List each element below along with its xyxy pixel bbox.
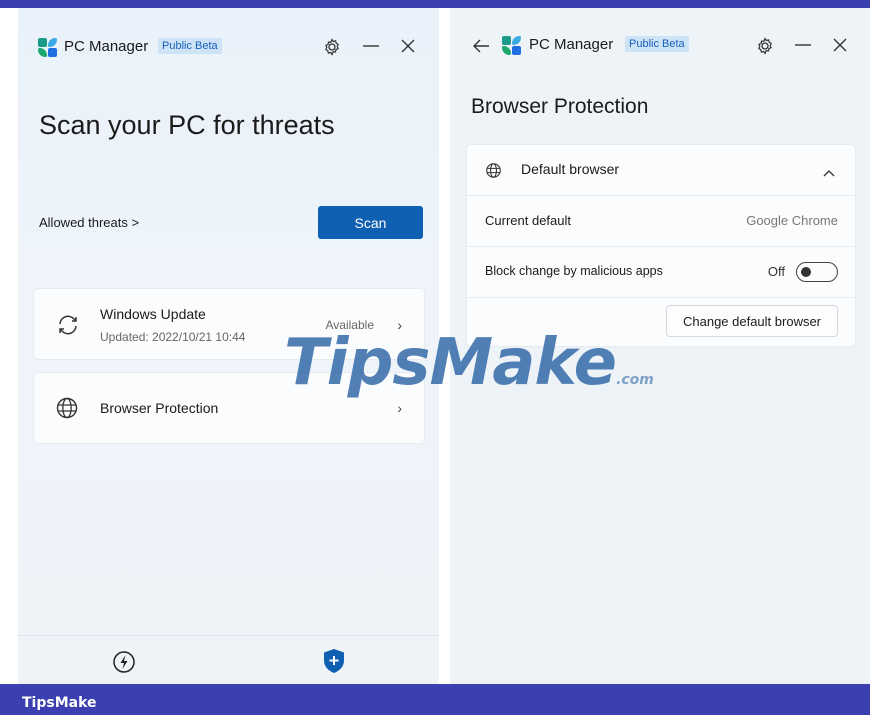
chevron-up-icon[interactable] <box>823 164 835 182</box>
bottom-brand-strip: TipsMake <box>0 684 870 715</box>
pc-manager-logo-icon <box>38 38 57 57</box>
allowed-threats-link[interactable]: Allowed threats > <box>39 215 139 230</box>
block-change-label: Block change by malicious apps <box>485 264 663 278</box>
pc-manager-logo-icon <box>502 36 521 55</box>
top-frame-strip <box>0 0 870 8</box>
footer-brand: TipsMake <box>22 695 97 711</box>
block-change-state: Off <box>767 264 785 279</box>
globe-icon <box>485 162 502 184</box>
section-header-label: Default browser <box>521 161 620 177</box>
back-icon[interactable] <box>472 38 490 58</box>
app-title: PC Manager <box>529 36 614 53</box>
change-default-browser-button[interactable]: Change default browser <box>666 305 838 337</box>
current-default-label: Current default <box>485 213 571 228</box>
bottom-nav <box>18 635 439 684</box>
watermark-logo: TipsMake.com <box>284 326 654 400</box>
windows-update-title: Windows Update <box>100 306 206 322</box>
close-icon[interactable] <box>832 37 848 57</box>
settings-icon[interactable] <box>323 38 341 60</box>
watermark-text: TipsMake <box>284 326 617 400</box>
default-browser-header[interactable]: Default browser <box>467 145 855 196</box>
beta-badge: Public Beta <box>625 36 689 52</box>
watermark-suffix: .com <box>616 372 654 388</box>
block-change-row: Block change by malicious apps Off <box>467 247 855 298</box>
beta-badge: Public Beta <box>158 38 222 54</box>
title-bar: PC Manager Public Beta <box>18 8 439 78</box>
shield-plus-icon[interactable] <box>322 648 346 679</box>
current-default-value: Google Chrome <box>746 213 838 228</box>
scan-headline: Scan your PC for threats <box>39 110 335 140</box>
minimize-icon[interactable] <box>794 35 812 57</box>
scan-button[interactable]: Scan <box>318 206 423 239</box>
default-browser-section: Default browser Current default Google C… <box>466 144 856 347</box>
browser-protection-label: Browser Protection <box>100 400 219 416</box>
sync-icon <box>55 312 81 338</box>
block-change-toggle[interactable] <box>796 262 838 282</box>
lightning-icon[interactable] <box>112 650 136 679</box>
current-default-row: Current default Google Chrome <box>467 196 855 247</box>
page-title: Browser Protection <box>471 95 649 118</box>
app-title: PC Manager <box>64 38 149 55</box>
chevron-right-icon: › <box>397 400 402 416</box>
windows-update-subtitle: Updated: 2022/10/21 10:44 <box>100 330 246 344</box>
close-icon[interactable] <box>400 38 416 58</box>
globe-icon <box>55 396 81 422</box>
minimize-icon[interactable] <box>362 36 380 58</box>
settings-icon[interactable] <box>756 37 774 59</box>
title-bar: PC Manager Public Beta <box>450 8 870 78</box>
